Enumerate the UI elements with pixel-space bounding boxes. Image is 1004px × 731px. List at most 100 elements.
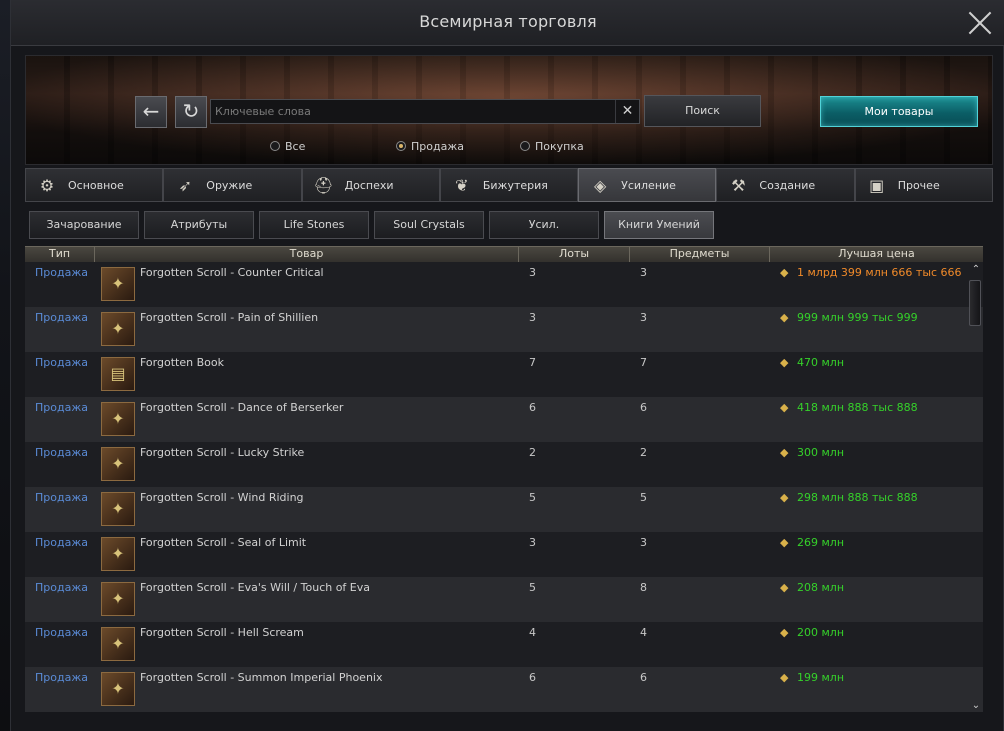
row-type[interactable]: Продажа [35, 356, 88, 369]
column-type[interactable]: Тип [25, 247, 95, 263]
table-row[interactable]: Продажа ✦ Forgotten Scroll - Counter Cri… [25, 262, 983, 307]
row-price: 208 млн [797, 581, 845, 594]
back-button[interactable]: ← [135, 96, 167, 128]
adena-icon: ◆ [780, 626, 789, 639]
scroll-icon: ✦ [101, 447, 135, 481]
row-price: 300 млн [797, 446, 845, 459]
tab-jewelry[interactable]: ❦ Бижутерия [439, 168, 579, 202]
clear-icon[interactable]: ✕ [615, 100, 639, 123]
row-type[interactable]: Продажа [35, 581, 88, 594]
row-items: 5 [640, 491, 647, 504]
row-items: 2 [640, 446, 647, 459]
subtab-life-stones[interactable]: Life Stones [259, 211, 369, 239]
table-row[interactable]: Продажа ✦ Forgotten Scroll - Eva's Will … [25, 577, 983, 622]
scroll-icon: ✦ [101, 537, 135, 571]
subtab-armor-enhance[interactable]: Усил. Доспехов [489, 211, 599, 257]
tab-weapons[interactable]: ➶ Оружие [163, 168, 302, 202]
adena-icon: ◆ [780, 356, 789, 369]
column-best-price[interactable]: Лучшая цена [770, 247, 983, 263]
listing-table: Продажа ✦ Forgotten Scroll - Counter Cri… [25, 262, 983, 714]
anvil-icon: ⚒ [731, 176, 746, 195]
row-item-name: Forgotten Scroll - Pain of Shillien [140, 311, 319, 324]
adena-icon: ◆ [780, 536, 789, 549]
bow-icon: ➶ [178, 176, 192, 195]
row-lots: 6 [529, 671, 536, 684]
subtab-soul-crystals[interactable]: Soul Crystals [374, 211, 484, 239]
row-type[interactable]: Продажа [35, 671, 88, 684]
crystal-icon: ◈ [593, 176, 607, 195]
row-type[interactable]: Продажа [35, 626, 88, 639]
book-icon: ▤ [101, 357, 135, 391]
scroll-down-icon[interactable]: ⌄ [969, 700, 983, 712]
row-lots: 2 [529, 446, 536, 459]
search-input[interactable] [215, 102, 610, 121]
row-lots: 7 [529, 356, 536, 369]
table-row[interactable]: Продажа ✦ Forgotten Scroll - Pain of Shi… [25, 307, 983, 352]
refresh-button[interactable]: ↻ [175, 96, 207, 128]
adena-icon: ◆ [780, 581, 789, 594]
row-item-name: Forgotten Scroll - Summon Imperial Phoen… [140, 671, 383, 684]
row-item-name: Forgotten Scroll - Seal of Limit [140, 536, 307, 549]
tab-armor[interactable]: ⛑ Доспехи [301, 168, 440, 202]
table-row[interactable]: Продажа ✦ Forgotten Scroll - Hell Scream… [25, 622, 983, 667]
row-price: 199 млн [797, 671, 845, 684]
row-type[interactable]: Продажа [35, 266, 88, 279]
search-button[interactable]: Поиск [644, 95, 761, 127]
subtab-attributes[interactable]: Атрибуты [144, 211, 254, 239]
filter-all-label: Все [285, 139, 306, 153]
filter-purchase-radio[interactable]: Покупка [520, 138, 584, 154]
row-type[interactable]: Продажа [35, 401, 88, 414]
table-row[interactable]: Продажа ▤ Forgotten Book 7 7 ◆ 470 млн [25, 352, 983, 397]
row-item-name: Forgotten Scroll - Eva's Will / Touch of… [140, 581, 371, 594]
gears-icon: ⚙ [39, 176, 55, 195]
radio-icon [520, 141, 530, 151]
tab-label: Основное [68, 179, 124, 192]
row-type[interactable]: Продажа [35, 446, 88, 459]
adena-icon: ◆ [780, 671, 789, 684]
adena-icon: ◆ [780, 446, 789, 459]
scrollbar-thumb[interactable] [969, 280, 981, 326]
row-lots: 3 [529, 266, 536, 279]
row-items: 3 [640, 536, 647, 549]
row-price: 200 млн [797, 626, 845, 639]
row-type[interactable]: Продажа [35, 536, 88, 549]
table-row[interactable]: Продажа ✦ Forgotten Scroll - Lucky Strik… [25, 442, 983, 487]
filter-all-radio[interactable]: Все [270, 138, 305, 154]
search-box: ✕ [210, 99, 640, 124]
row-lots: 3 [529, 536, 536, 549]
tab-label: Создание [759, 179, 816, 192]
row-lots: 5 [529, 581, 536, 594]
scroll-icon: ✦ [101, 627, 135, 661]
row-items: 3 [640, 311, 647, 324]
row-type[interactable]: Продажа [35, 311, 88, 324]
column-lots[interactable]: Лоты [519, 247, 630, 263]
tab-basic[interactable]: ⚙ Основное [25, 168, 164, 202]
scroll-icon: ✦ [101, 672, 135, 706]
tab-enhancement[interactable]: ◈ Усиление [578, 168, 717, 202]
table-row[interactable]: Продажа ✦ Forgotten Scroll - Seal of Lim… [25, 532, 983, 577]
radio-selected-icon [396, 141, 406, 151]
filter-sale-radio[interactable]: Продажа [396, 138, 464, 154]
row-price: 1 млрд 399 млн 666 тыс 666 [797, 266, 962, 279]
subtab-skill-books[interactable]: Книги Умений [604, 211, 714, 239]
tab-crafting[interactable]: ⚒ Создание [716, 168, 855, 202]
close-icon[interactable] [967, 10, 993, 36]
table-row[interactable]: Продажа ✦ Forgotten Scroll - Summon Impe… [25, 667, 983, 712]
column-item[interactable]: Товар [95, 247, 519, 263]
world-trade-window: Всемирная торговля ← ↻ ✕ Поиск Мои товар… [10, 0, 1004, 731]
adena-icon: ◆ [780, 311, 789, 324]
scroll-up-icon[interactable]: ⌃ [969, 264, 983, 276]
scroll-icon: ✦ [101, 402, 135, 436]
table-row[interactable]: Продажа ✦ Forgotten Scroll - Dance of Be… [25, 397, 983, 442]
row-items: 4 [640, 626, 647, 639]
column-items[interactable]: Предметы [630, 247, 770, 263]
table-row[interactable]: Продажа ✦ Forgotten Scroll - Wind Riding… [25, 487, 983, 532]
necklace-icon: ❦ [455, 176, 469, 195]
box-icon: ▣ [869, 176, 885, 195]
my-goods-button[interactable]: Мои товары [820, 96, 978, 127]
row-type[interactable]: Продажа [35, 491, 88, 504]
row-lots: 4 [529, 626, 536, 639]
tab-other[interactable]: ▣ Прочее [854, 168, 993, 202]
subtab-enchant[interactable]: Зачарование [29, 211, 139, 239]
row-item-name: Forgotten Book [140, 356, 224, 369]
